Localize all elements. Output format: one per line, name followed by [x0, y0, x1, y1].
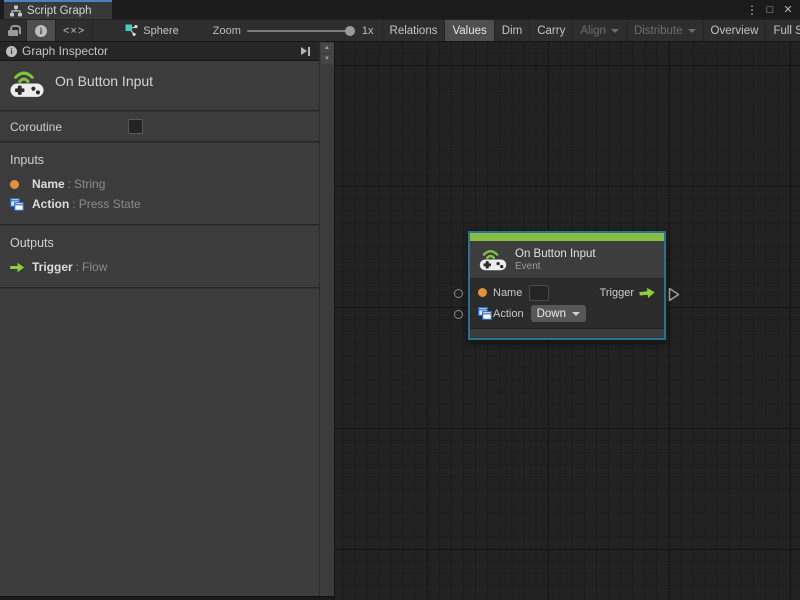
values-button[interactable]: Values	[445, 20, 495, 41]
caret-down-icon	[610, 28, 619, 33]
input-row-action: Action : Press State	[0, 194, 319, 214]
port-separator: :	[72, 197, 76, 211]
trigger-flow-icon[interactable]	[638, 286, 656, 300]
name-port-label: Name	[493, 286, 523, 299]
dock-arrow-icon	[300, 47, 307, 55]
gamepad-icon	[479, 250, 507, 271]
port-name: Trigger	[32, 260, 73, 274]
caret-down-icon	[687, 28, 696, 33]
port-name: Action	[32, 197, 70, 211]
port-name: Name	[32, 177, 65, 191]
distribute-label: Distribute	[633, 24, 683, 37]
gamepad-icon	[10, 71, 44, 97]
coroutine-row: Coroutine	[0, 112, 319, 141]
graph-inspector-panel: Graph Inspector	[0, 42, 335, 600]
lock-button[interactable]	[0, 20, 27, 41]
info-icon	[35, 24, 47, 37]
window-menu-icon[interactable]: ⋮	[744, 2, 760, 18]
outputs-section: Outputs Trigger : Flow	[0, 226, 319, 287]
scroll-down-button[interactable]: ▼	[320, 54, 334, 64]
external-input-port-bottom[interactable]	[454, 310, 463, 319]
port-type: Press State	[78, 197, 141, 211]
node-row-name: Name Trigger	[470, 282, 664, 303]
dock-toggle-button[interactable]	[298, 45, 314, 58]
string-port-icon[interactable]	[478, 288, 487, 297]
enum-port-icon[interactable]	[478, 307, 492, 320]
output-row-trigger: Trigger : Flow	[0, 257, 319, 277]
code-icon: <×>	[63, 24, 86, 37]
tab-script-graph[interactable]: Script Graph	[4, 0, 112, 19]
script-graph-icon	[10, 5, 22, 16]
edit-source-button[interactable]: <×>	[56, 20, 94, 41]
dim-button[interactable]: Dim	[495, 20, 531, 41]
fullscreen-button[interactable]: Full Screen	[766, 20, 800, 41]
scroll-up-button[interactable]: ▲	[320, 43, 334, 53]
unity-visual-scripting-window: Script Graph ⋮ □ ✕ <×> Sphere	[0, 0, 800, 600]
action-dropdown-value: Down	[536, 307, 566, 320]
port-type: Flow	[82, 260, 108, 274]
zoom-value: 1x	[361, 24, 374, 37]
node-row-action: Action Down	[470, 303, 664, 324]
overview-button[interactable]: Overview	[704, 20, 767, 41]
caret-down-icon	[571, 311, 580, 316]
dock-bar-icon	[308, 46, 310, 56]
string-port-icon	[10, 179, 19, 189]
align-label: Align	[580, 24, 606, 37]
node-color-bar	[470, 233, 664, 241]
node-subtitle: Event	[515, 260, 541, 272]
graph-owner[interactable]: Sphere	[119, 20, 184, 41]
maximize-icon[interactable]: □	[762, 2, 778, 18]
close-icon[interactable]: ✕	[780, 2, 796, 18]
external-input-port-top[interactable]	[454, 289, 463, 298]
port-type: String	[74, 177, 106, 191]
relations-button[interactable]: Relations	[383, 20, 446, 41]
carry-button[interactable]: Carry	[530, 20, 574, 41]
tabbar-spacer	[112, 0, 744, 19]
name-port-input[interactable]	[529, 284, 550, 301]
distribute-dropdown[interactable]: Distribute	[627, 20, 704, 41]
trigger-port-label: Trigger	[599, 286, 634, 299]
input-row-name: Name : String	[0, 174, 319, 194]
info-icon	[6, 45, 17, 57]
action-port-label: Action	[493, 307, 524, 320]
inspector-toggle-button[interactable]	[27, 20, 56, 41]
node-body: Name Trigger Action Down	[470, 279, 664, 328]
zoom-slider-track[interactable]	[246, 29, 355, 32]
tab-bar: Script Graph ⋮ □ ✕	[0, 0, 800, 19]
enum-port-icon	[10, 197, 24, 211]
unit-header: On Button Input	[0, 61, 319, 110]
zoom-slider-handle[interactable]	[344, 25, 355, 36]
align-dropdown[interactable]: Align	[573, 20, 627, 41]
inspector-scrollbar: ▲ ▼	[319, 42, 334, 600]
tab-label: Script Graph	[27, 4, 92, 17]
coroutine-label: Coroutine	[10, 119, 63, 134]
port-separator: :	[75, 260, 80, 274]
graph-toolbar: <×> Sphere Zoom 1x Relations Values Dim	[0, 19, 800, 42]
graph-owner-label: Sphere	[143, 24, 179, 37]
graph-owner-icon	[125, 24, 138, 36]
inputs-title: Inputs	[10, 153, 45, 167]
inspector-title: Graph Inspector	[22, 44, 109, 58]
outputs-title: Outputs	[10, 236, 54, 250]
lock-icon	[8, 25, 21, 36]
on-button-input-node[interactable]: On Button Input Event Name Trigger Actio…	[468, 231, 666, 340]
unit-title: On Button Input	[55, 73, 154, 89]
toolbar-button-group: Relations Values Dim Carry Align Distrib…	[381, 20, 800, 41]
inputs-section: Inputs Name : String Action: Press Stat…	[0, 143, 319, 224]
coroutine-checkbox[interactable]	[128, 119, 143, 134]
node-footer	[470, 328, 664, 338]
window-controls: ⋮ □ ✕	[744, 0, 800, 19]
node-header[interactable]: On Button Input Event	[470, 241, 664, 279]
zoom-slider[interactable]	[246, 25, 355, 36]
graph-canvas[interactable]: On Button Input Event Name Trigger Actio…	[335, 42, 800, 600]
action-dropdown[interactable]: Down	[530, 305, 586, 322]
flow-arrow-icon	[10, 262, 25, 272]
inspector-header: Graph Inspector	[0, 42, 319, 61]
node-title: On Button Input	[515, 247, 596, 260]
external-output-arrow-icon[interactable]	[668, 287, 680, 302]
port-separator: :	[67, 177, 72, 191]
zoom-label: Zoom	[212, 24, 241, 37]
inspector-empty-area	[0, 289, 319, 600]
